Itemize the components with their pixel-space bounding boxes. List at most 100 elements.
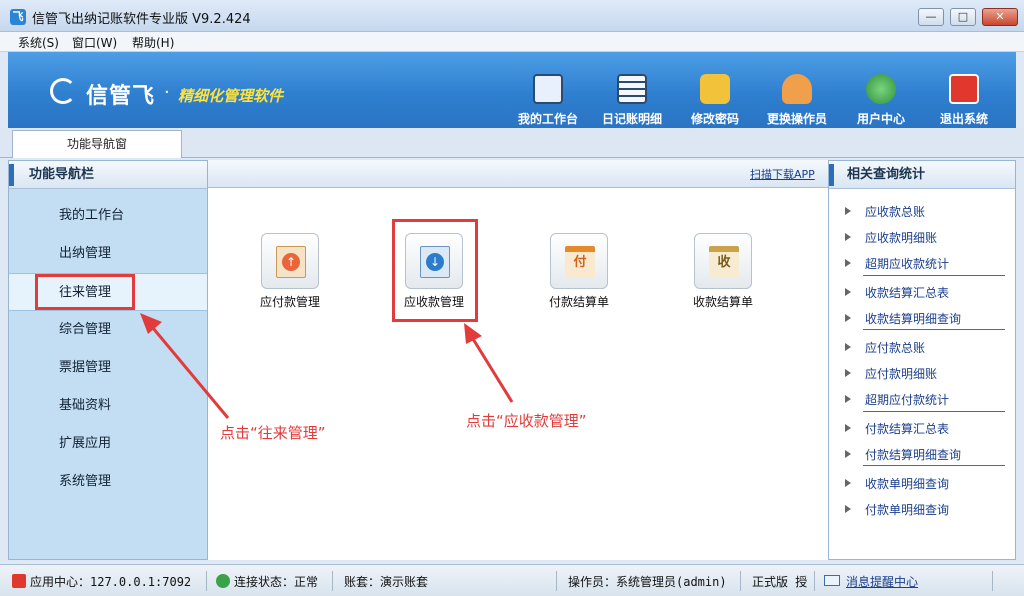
triangle-bullet-icon — [845, 343, 851, 351]
triangle-bullet-icon — [845, 479, 851, 487]
status-edition: 正式版 授 — [752, 575, 808, 589]
highlight-receivable — [392, 219, 478, 322]
nav-item-bills[interactable]: 票据管理 — [9, 349, 207, 387]
separator — [992, 571, 993, 591]
toolbar-label: 更换操作员 — [766, 112, 827, 126]
brand-slogan: 精细化管理软件 — [178, 87, 284, 105]
related-queries-title: 相关查询统计 — [829, 161, 1015, 189]
left-nav-panel: 功能导航栏 我的工作台 出纳管理 往来管理 综合管理 票据管理 基础资料 扩展应… — [8, 160, 208, 560]
triangle-bullet-icon — [845, 233, 851, 241]
message-reminder-link[interactable]: 消息提醒中心 — [846, 573, 918, 590]
nav-item-extensions[interactable]: 扩展应用 — [9, 425, 207, 463]
banner: 信管飞 · 精细化管理软件 我的工作台 日记账明细 修改密码 更换操作员 用户中… — [8, 52, 1016, 128]
nav-item-my-workbench[interactable]: 我的工作台 — [9, 197, 207, 235]
query-payable-detail[interactable]: 应付款明细账 — [865, 365, 937, 382]
menu-window[interactable]: 窗口(W) — [72, 34, 117, 51]
nav-item-cashier[interactable]: 出纳管理 — [9, 235, 207, 273]
query-receivable-detail[interactable]: 应收款明细账 — [865, 229, 937, 246]
main-header — [208, 160, 828, 188]
triangle-bullet-icon — [845, 207, 851, 215]
separator — [863, 329, 1005, 330]
triangle-bullet-icon — [845, 450, 851, 458]
app-center-icon — [12, 574, 26, 588]
triangle-bullet-icon — [845, 424, 851, 432]
callout-click-accounts: 点击“往来管理” — [220, 424, 326, 442]
toolbar-label: 退出系统 — [939, 112, 988, 126]
query-receipt-summary[interactable]: 收款结算汇总表 — [865, 284, 949, 301]
toolbar-journal-detail[interactable]: 日记账明细 — [592, 74, 672, 127]
toolbar-label: 用户中心 — [856, 112, 905, 126]
function-receipt-voucher[interactable]: 收 收款结算单 — [673, 233, 773, 310]
title-bar: 飞 信管飞出纳记账软件专业版 V9.2.424 — □ ✕ — [0, 0, 1024, 32]
query-receipt-voucher-detail[interactable]: 收款单明细查询 — [865, 475, 949, 492]
tab-strip: 功能导航窗 — [0, 128, 1024, 158]
function-payment-voucher[interactable]: 付 付款结算单 — [529, 233, 629, 310]
maximize-button[interactable]: □ — [950, 8, 976, 26]
monitor-icon — [533, 74, 563, 104]
brand-dot: · — [164, 82, 170, 103]
toolbar-user-center[interactable]: 用户中心 — [841, 74, 921, 127]
query-payment-detail[interactable]: 付款结算明细查询 — [865, 446, 961, 463]
globe-icon — [866, 74, 896, 104]
status-operator: 操作员：系统管理员(admin) — [568, 575, 727, 589]
separator — [206, 571, 207, 591]
power-icon — [949, 74, 979, 104]
menu-system[interactable]: 系统(S) — [18, 34, 59, 51]
query-payable-ledger[interactable]: 应付款总账 — [865, 339, 925, 356]
status-bar: 应用中心：127.0.0.1:7092 连接状态：正常 账套：演示账套 操作员：… — [0, 564, 1024, 596]
toolbar-my-workbench[interactable]: 我的工作台 — [508, 74, 588, 127]
nav-item-system[interactable]: 系统管理 — [9, 463, 207, 501]
status-connection: 连接状态：正常 — [234, 575, 319, 589]
app-logo-icon: 飞 — [10, 9, 26, 25]
brand-name: 信管飞 — [86, 84, 156, 109]
triangle-bullet-icon — [845, 259, 851, 267]
separator — [863, 275, 1005, 276]
ledger-icon — [617, 74, 647, 104]
minimize-button[interactable]: — — [918, 8, 944, 26]
query-overdue-payable[interactable]: 超期应付款统计 — [865, 391, 949, 408]
menu-bar: 系统(S) 窗口(W) 帮助(H) — [0, 32, 1024, 52]
triangle-bullet-icon — [845, 288, 851, 296]
related-queries-panel: 相关查询统计 应收款总账 应收款明细账 超期应收款统计 收款结算汇总表 收款结算… — [828, 160, 1016, 560]
menu-help[interactable]: 帮助(H) — [132, 34, 174, 51]
query-receipt-detail[interactable]: 收款结算明细查询 — [865, 310, 961, 327]
scan-download-app-link[interactable]: 扫描下载APP — [750, 166, 815, 182]
triangle-bullet-icon — [845, 505, 851, 513]
query-overdue-receivable[interactable]: 超期应收款统计 — [865, 255, 949, 272]
toolbar-change-password[interactable]: 修改密码 — [675, 74, 755, 127]
query-receivable-ledger[interactable]: 应收款总账 — [865, 203, 925, 220]
receipt-voucher-icon: 收 — [694, 233, 752, 289]
check-icon — [216, 574, 230, 588]
nav-panel-title: 功能导航栏 — [9, 161, 207, 189]
toolbar-exit-system[interactable]: 退出系统 — [924, 74, 1004, 127]
up-arrow-icon: ↑ — [282, 253, 300, 271]
toolbar-label: 我的工作台 — [517, 112, 578, 126]
payable-icon: ↑ — [261, 233, 319, 289]
separator — [863, 411, 1005, 412]
separator — [814, 571, 815, 591]
nav-item-basic-data[interactable]: 基础资料 — [9, 387, 207, 425]
main-content — [208, 160, 828, 560]
function-label: 收款结算单 — [692, 295, 753, 309]
nav-item-integrated[interactable]: 综合管理 — [9, 311, 207, 349]
highlight-accounts-nav — [35, 274, 135, 310]
function-label: 应付款管理 — [259, 295, 320, 309]
status-app-center: 应用中心：127.0.0.1:7092 — [30, 575, 192, 589]
triangle-bullet-icon — [845, 314, 851, 322]
triangle-bullet-icon — [845, 369, 851, 377]
toolbar-switch-operator[interactable]: 更换操作员 — [757, 74, 837, 127]
query-payment-voucher-detail[interactable]: 付款单明细查询 — [865, 501, 949, 518]
mail-icon — [824, 575, 840, 586]
query-payment-summary[interactable]: 付款结算汇总表 — [865, 420, 949, 437]
lock-icon — [700, 74, 730, 104]
separator — [740, 571, 741, 591]
status-account-set: 账套：演示账套 — [344, 575, 429, 589]
function-label: 付款结算单 — [548, 295, 609, 309]
function-payable[interactable]: ↑ 应付款管理 — [240, 233, 340, 310]
tab-function-nav[interactable]: 功能导航窗 — [12, 130, 182, 158]
receipt-glyph: 收 — [717, 255, 731, 270]
brand-logo-icon — [50, 78, 76, 104]
separator — [863, 465, 1005, 466]
close-button[interactable]: ✕ — [982, 8, 1018, 26]
toolbar-label: 修改密码 — [690, 112, 739, 126]
